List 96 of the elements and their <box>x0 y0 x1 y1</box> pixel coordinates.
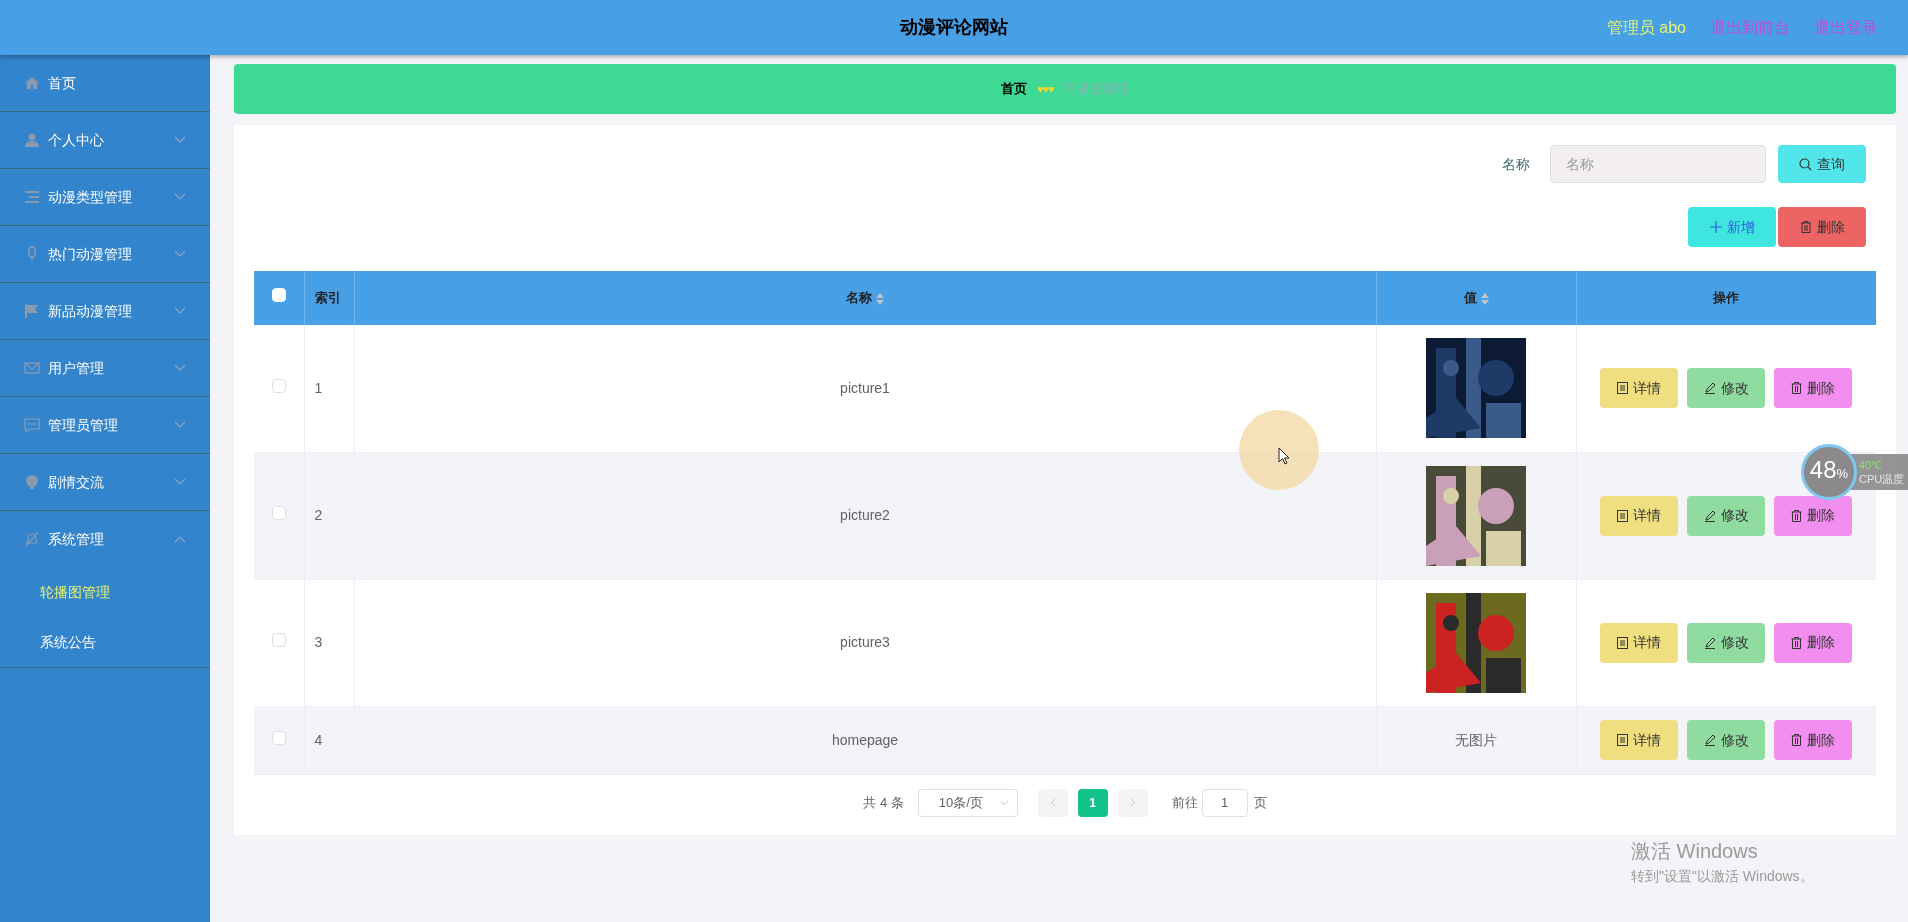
submenu-item[interactable]: 系统公告 <box>0 617 210 667</box>
site-title: 动漫评论网站 <box>900 16 1008 39</box>
chevron-icon <box>174 421 186 429</box>
list-icon <box>24 189 40 205</box>
user-icon <box>24 132 40 148</box>
search-label: 名称 <box>1502 154 1530 174</box>
pencil-icon <box>1703 636 1716 649</box>
edit-button[interactable]: 修改 <box>1687 495 1766 536</box>
chevron-icon <box>174 478 186 486</box>
details-button[interactable]: 详情 <box>1600 368 1679 409</box>
checkbox[interactable] <box>271 378 286 393</box>
column-header: 操作 <box>1576 271 1876 325</box>
chevron-icon <box>174 307 186 315</box>
pencil-icon <box>1703 382 1716 395</box>
admin-name: 管理员 abo <box>1606 17 1686 38</box>
menu-item[interactable]: 系统管理 <box>0 511 210 567</box>
activation-title: 激活 Windows <box>1631 839 1759 864</box>
chevron-right-icon <box>1129 798 1136 807</box>
delete-button[interactable]: 删除 <box>1774 495 1853 536</box>
menu-item[interactable]: 用户管理 <box>0 340 210 396</box>
menu-item[interactable]: 首页 <box>0 55 210 111</box>
mail-icon <box>24 360 40 376</box>
chevron-icon <box>174 535 186 543</box>
home-icon <box>24 75 40 91</box>
table-cell: homepage <box>354 706 1376 774</box>
delete-button[interactable]: 删除 <box>1774 368 1853 409</box>
menu-item[interactable]: 新品动漫管理 <box>0 283 210 339</box>
chevron-icon <box>174 364 186 372</box>
menu-item[interactable]: 管理员管理 <box>0 397 210 453</box>
trash-icon <box>1791 636 1803 649</box>
document-icon <box>1617 734 1629 746</box>
table-cell: picture3 <box>354 579 1376 706</box>
breadcrumb-link[interactable]: 首页 <box>1001 79 1028 99</box>
breadcrumb-current: 轮播图管理 <box>1063 80 1129 99</box>
goto-page-field[interactable]: 1 <box>1201 788 1248 817</box>
delete-button[interactable]: 删除 <box>1778 207 1866 247</box>
details-button[interactable]: 详情 <box>1600 720 1679 760</box>
sort-icon[interactable] <box>1480 292 1489 305</box>
edit-button[interactable]: 修改 <box>1687 622 1766 663</box>
menu-item[interactable]: 动漫类型管理 <box>0 169 210 225</box>
table-cell: 1 <box>304 325 354 452</box>
checkbox[interactable] <box>271 506 286 520</box>
total-count: 共 4 条 <box>863 793 904 812</box>
table-cell: 4 <box>304 706 354 774</box>
flag-icon <box>24 303 40 319</box>
chevron-icon <box>174 136 186 144</box>
cpu-caption: CPU温度 <box>1859 472 1905 486</box>
edit-button[interactable]: 修改 <box>1687 368 1766 409</box>
edit-button[interactable]: 修改 <box>1687 720 1766 760</box>
chevron-icon <box>174 250 186 258</box>
search-button[interactable]: 查询 <box>1778 145 1866 183</box>
cursor-icon <box>1278 447 1290 465</box>
trash-icon <box>1799 221 1812 233</box>
page-size-select[interactable]: 10条/页 <box>917 788 1018 817</box>
bell-off-icon <box>24 531 40 547</box>
trash-icon <box>1791 382 1803 395</box>
table-cell: 3 <box>304 579 354 706</box>
cpu-temperature: 40℃ <box>1859 458 1884 472</box>
details-button[interactable]: 详情 <box>1600 622 1679 663</box>
trash-icon <box>1791 734 1803 746</box>
activation-text: 转到"设置"以激活 Windows。 <box>1631 867 1814 886</box>
menu-item[interactable]: 个人中心 <box>0 112 210 168</box>
document-icon <box>1617 636 1629 649</box>
bulb-icon <box>24 474 40 490</box>
menu-item[interactable]: 热门动漫管理 <box>0 226 210 282</box>
delete-button[interactable]: 删除 <box>1774 622 1853 663</box>
page-suffix: 页 <box>1253 793 1267 812</box>
chat-icon <box>24 417 40 433</box>
column-header[interactable]: 名称 <box>354 271 1376 325</box>
column-header[interactable]: 值 <box>1376 271 1576 325</box>
checkbox[interactable] <box>271 730 286 745</box>
sort-icon[interactable] <box>876 292 884 305</box>
search-icon <box>1799 157 1812 171</box>
details-button[interactable]: 详情 <box>1600 495 1679 536</box>
chevron-left-icon <box>1049 798 1056 807</box>
trash-icon <box>1791 509 1803 522</box>
pencil-icon <box>1703 509 1716 522</box>
add-button[interactable]: 新增 <box>1688 207 1776 247</box>
submenu-item[interactable]: 轮播图管理 <box>0 567 210 617</box>
document-icon <box>1617 509 1629 522</box>
table-cell: 2 <box>304 452 354 579</box>
column-header: 索引 <box>304 271 354 325</box>
checkbox[interactable] <box>271 633 286 647</box>
search-field[interactable]: 名称 <box>1550 145 1766 183</box>
menu-item[interactable]: 剧情交流 <box>0 454 210 510</box>
previous-page-button[interactable] <box>1037 788 1068 817</box>
heart-separator: ♥♥♥ <box>1037 81 1054 97</box>
delete-button[interactable]: 删除 <box>1774 720 1853 760</box>
pencil-icon <box>1703 734 1716 746</box>
document-icon <box>1617 382 1629 395</box>
goto-label: 前往 <box>1171 793 1198 812</box>
chevron-icon <box>174 193 186 201</box>
plus-icon <box>1709 221 1722 233</box>
table-cell-text: 无图片 <box>1455 730 1497 750</box>
next-page-button[interactable] <box>1117 788 1148 817</box>
chevron-icon <box>999 799 1009 806</box>
